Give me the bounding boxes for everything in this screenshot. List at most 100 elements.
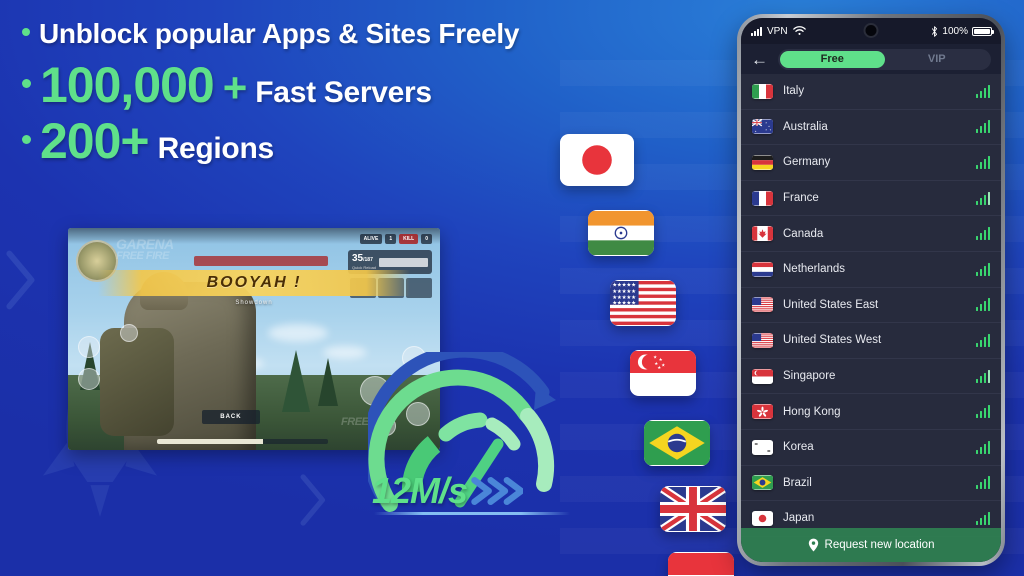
game-warning-banner — [194, 256, 329, 266]
game-alive-label: ALIVE — [359, 234, 383, 244]
signal-strength-icon — [975, 369, 990, 383]
server-row-netherlands[interactable]: Netherlands — [741, 252, 1001, 288]
game-showdown-text: Showdown — [235, 300, 273, 306]
server-row-united-states-west[interactable]: United States West — [741, 323, 1001, 359]
request-new-location-label: Request new location — [824, 539, 935, 551]
signal-strength-icon — [975, 511, 990, 525]
germany-flag-icon — [752, 154, 773, 170]
server-name: United States East — [783, 298, 879, 311]
server-row-hong-kong[interactable]: Hong Kong — [741, 394, 1001, 430]
server-row-korea[interactable]: Korea — [741, 430, 1001, 466]
signal-strength-icon — [975, 333, 990, 347]
game-tree — [318, 358, 338, 406]
server-name: Canada — [783, 227, 824, 240]
svg-text:★: ★ — [661, 362, 665, 367]
signal-strength-icon — [975, 227, 990, 241]
svg-text:★: ★ — [657, 365, 661, 370]
status-bar-left: VPN — [751, 26, 806, 37]
request-new-location-button[interactable]: Request new location — [741, 528, 1001, 562]
server-name: Australia — [783, 120, 828, 133]
japan-flag-icon — [752, 510, 773, 526]
game-booyah-banner: BOOYAH ! — [97, 270, 411, 296]
game-alive-count: 1 — [385, 234, 397, 244]
tab-free[interactable]: Free — [780, 50, 885, 68]
signal-strength-icon — [975, 476, 990, 490]
svg-text:★★★★★: ★★★★★ — [612, 300, 636, 306]
netherlands-flag-icon — [752, 261, 773, 277]
headline-line-3: 200+ Regions — [22, 114, 642, 168]
game-control-icon — [78, 336, 100, 358]
svg-text:★: ★ — [659, 357, 663, 362]
server-name: Netherlands — [783, 263, 846, 276]
svg-text:★: ★ — [768, 126, 770, 129]
arrow-left-icon[interactable]: ← — [751, 51, 768, 68]
region-count-number: 200+ — [40, 113, 150, 169]
background-chevron-icon — [6, 250, 40, 310]
signal-strength-icon — [975, 298, 990, 312]
speedometer-graphic — [368, 352, 568, 552]
speed-underline — [374, 512, 570, 515]
plan-tab-switch[interactable]: Free VIP — [778, 48, 991, 70]
status-bar-right: 100% — [931, 25, 994, 37]
brazil-flag-badge — [644, 420, 710, 466]
bullet-dot-icon — [22, 28, 30, 36]
game-weapon-icon — [379, 257, 428, 267]
svg-text:★★★★★: ★★★★★ — [612, 289, 636, 295]
server-row-germany[interactable]: Germany — [741, 145, 1001, 181]
server-name: Germany — [783, 156, 831, 169]
italy-flag-icon — [752, 83, 773, 99]
wifi-icon — [792, 26, 806, 36]
server-count-plus: + — [222, 64, 248, 111]
headline-block: Unblock popular Apps & Sites Freely 100,… — [22, 18, 642, 168]
united-states-flag-icon — [752, 332, 773, 348]
game-kill-label: KILL — [399, 234, 419, 244]
tab-vip[interactable]: VIP — [885, 51, 990, 68]
game-booyah-text: BOOYAH ! — [206, 274, 302, 291]
cellular-signal-icon — [751, 26, 762, 36]
united-states-flag-icon — [752, 297, 773, 313]
server-row-singapore[interactable]: Singapore — [741, 359, 1001, 395]
region-count-label: Regions — [157, 132, 275, 165]
server-name: Singapore — [783, 370, 836, 383]
game-tree — [282, 350, 310, 412]
location-pin-icon — [808, 538, 819, 552]
game-ammo-current: 35 — [352, 253, 364, 264]
india-flag-badge — [588, 210, 654, 256]
korea-flag-icon — [752, 439, 773, 455]
svg-text:★: ★ — [770, 129, 772, 132]
japan-flag-badge — [560, 134, 634, 186]
svg-text:★: ★ — [653, 354, 657, 359]
phone-top-bar: ← Free VIP — [741, 44, 1001, 74]
game-status-chips: ALIVE 1 KILL 0 — [359, 234, 432, 244]
phone-status-bar: VPN 100% — [741, 18, 1001, 44]
bullet-dot-icon — [22, 78, 31, 88]
indonesia-flag-badge — [668, 552, 734, 576]
server-row-france[interactable]: France — [741, 181, 1001, 217]
headline-line-1: Unblock popular Apps & Sites Freely — [22, 18, 642, 50]
svg-text:★: ★ — [755, 130, 757, 133]
server-row-italy[interactable]: Italy — [741, 74, 1001, 110]
server-row-united-states-east[interactable]: United States East — [741, 288, 1001, 324]
australia-flag-icon: ★ ★ ★ ★ ★ — [752, 119, 773, 135]
carrier-label: VPN — [767, 25, 788, 37]
server-row-australia[interactable]: ★ ★ ★ ★ ★ Australia — [741, 110, 1001, 146]
front-camera-punch-hole-icon — [863, 23, 879, 38]
server-row-canada[interactable]: Canada — [741, 216, 1001, 252]
server-count-number: 100,000 — [40, 57, 215, 113]
canada-flag-icon — [752, 226, 773, 242]
phone-mockup: VPN 100% ← Free VIP Italy ★ ★ ★ ★ ★ Aust… — [737, 14, 1005, 566]
united-states-flag-badge: ★★★★★ ★★★★★ ★★★★★ ★★★★★ — [610, 280, 676, 326]
signal-strength-icon — [975, 191, 990, 205]
server-row-brazil[interactable]: Brazil — [741, 466, 1001, 502]
phone-screen: VPN 100% ← Free VIP Italy ★ ★ ★ ★ ★ Aust… — [741, 18, 1001, 562]
singapore-flag-badge: ★ ★ ★ ★ ★ — [630, 350, 696, 396]
france-flag-icon — [752, 190, 773, 206]
bluetooth-icon — [931, 25, 938, 37]
server-list[interactable]: Italy ★ ★ ★ ★ ★ Australia Germany France… — [741, 74, 1001, 562]
game-control-icon — [78, 368, 100, 390]
signal-strength-icon — [975, 440, 990, 454]
speed-value: 12M/s — [372, 470, 468, 511]
headline-line-1-text: Unblock popular Apps & Sites Freely — [39, 18, 520, 49]
signal-strength-icon — [975, 120, 990, 134]
game-health-fill — [157, 439, 264, 444]
